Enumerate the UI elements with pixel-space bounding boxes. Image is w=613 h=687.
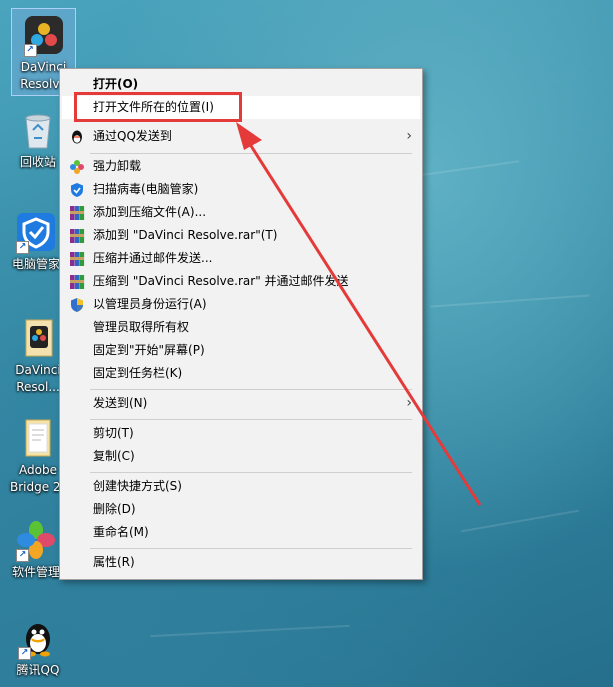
admin-shield-icon <box>69 297 85 313</box>
menu-item-label: 剪切(T) <box>93 426 134 440</box>
menu-item-pin-to-start[interactable]: 固定到"开始"屏幕(P) <box>62 339 420 362</box>
desktop-icon-label: 回收站 <box>19 155 56 169</box>
menu-item-send-to[interactable]: 发送到(N) › <box>62 392 420 415</box>
menu-item-cut[interactable]: 剪切(T) <box>62 422 420 445</box>
menu-item-create-shortcut[interactable]: 创建快捷方式(S) <box>62 475 420 498</box>
menu-item-label: 删除(D) <box>93 502 136 516</box>
menu-item-pin-to-taskbar[interactable]: 固定到任务栏(K) <box>62 362 420 385</box>
menu-item-copy[interactable]: 复制(C) <box>62 445 420 468</box>
menu-item-force-uninstall[interactable]: 强力卸载 <box>62 155 420 178</box>
adobe-bridge-folder-icon <box>18 418 58 458</box>
annotation-highlight-box <box>74 92 242 122</box>
recycle-bin-icon <box>18 110 58 150</box>
menu-separator <box>90 472 412 473</box>
uninstall-icon <box>69 159 85 175</box>
menu-item-run-as-admin[interactable]: 以管理员身份运行(A) <box>62 293 420 316</box>
menu-item-label: 固定到任务栏(K) <box>93 366 183 380</box>
menu-item-scan-virus[interactable]: 扫描病毒(电脑管家) <box>62 178 420 201</box>
software-manager-icon: ↗ <box>16 520 56 562</box>
winrar-icon <box>69 274 85 290</box>
desktop-icon-pc-manager[interactable]: ↗ 电脑管家 <box>8 212 64 273</box>
menu-item-rename[interactable]: 重命名(M) <box>62 521 420 544</box>
menu-item-label: 扫描病毒(电脑管家) <box>93 182 199 196</box>
menu-item-label: 添加到 "DaVinci Resolve.rar"(T) <box>93 228 278 242</box>
desktop-icon-label: Adobe <box>19 463 57 477</box>
menu-item-add-to-rar[interactable]: 添加到 "DaVinci Resolve.rar"(T) <box>62 224 420 247</box>
submenu-arrow-icon: › <box>406 395 412 411</box>
menu-item-add-to-archive[interactable]: 添加到压缩文件(A)... <box>62 201 420 224</box>
menu-item-label: 属性(R) <box>93 555 135 569</box>
menu-item-label: 创建快捷方式(S) <box>93 479 182 493</box>
menu-item-compress-to-rar-and-email[interactable]: 压缩到 "DaVinci Resolve.rar" 并通过邮件发送 <box>62 270 420 293</box>
desktop-icon-label: Resol... <box>16 380 60 394</box>
desktop-icon-software-manager[interactable]: ↗ 软件管理 <box>8 520 64 581</box>
shield-icon <box>69 182 85 198</box>
menu-item-label: 压缩并通过邮件发送... <box>93 251 213 265</box>
desktop-icon-label: DaVinci <box>15 363 61 377</box>
winrar-icon <box>69 228 85 244</box>
menu-item-label: 固定到"开始"屏幕(P) <box>93 343 205 357</box>
menu-item-label: 通过QQ发送到 <box>93 129 172 143</box>
menu-separator <box>90 419 412 420</box>
winrar-icon <box>69 205 85 221</box>
davinci-resolve-icon: ↗ <box>23 15 64 57</box>
menu-item-properties[interactable]: 属性(R) <box>62 551 420 574</box>
menu-separator <box>90 389 412 390</box>
pc-manager-icon: ↗ <box>16 212 56 254</box>
menu-item-label: 发送到(N) <box>93 396 148 410</box>
menu-item-label: 添加到压缩文件(A)... <box>93 205 207 219</box>
menu-item-label: 打开(O) <box>93 77 139 91</box>
menu-separator <box>90 153 412 154</box>
menu-item-label: 以管理员身份运行(A) <box>93 297 207 311</box>
qq-icon: ↗ <box>18 618 58 660</box>
menu-item-take-ownership[interactable]: 管理员取得所有权 <box>62 316 420 339</box>
desktop-icon-label: 电脑管家 <box>11 257 60 271</box>
menu-item-label: 复制(C) <box>93 449 135 463</box>
menu-item-label: 重命名(M) <box>93 525 149 539</box>
submenu-arrow-icon: › <box>406 128 412 144</box>
menu-item-label: 压缩到 "DaVinci Resolve.rar" 并通过邮件发送 <box>93 274 349 288</box>
menu-separator <box>90 548 412 549</box>
davinci-folder-icon <box>18 318 58 358</box>
desktop-icon-label: 软件管理 <box>11 565 60 579</box>
desktop-icon-davinci-folder[interactable]: DaVinci Resol... <box>10 318 66 396</box>
menu-item-send-via-qq[interactable]: 通过QQ发送到 › <box>62 125 420 148</box>
qq-icon <box>69 129 85 145</box>
desktop-icon-qq[interactable]: ↗ 腾讯QQ <box>10 618 66 679</box>
menu-item-label: 管理员取得所有权 <box>93 320 190 334</box>
menu-item-compress-and-email[interactable]: 压缩并通过邮件发送... <box>62 247 420 270</box>
desktop-icon-recycle-bin[interactable]: 回收站 <box>10 110 66 171</box>
menu-item-delete[interactable]: 删除(D) <box>62 498 420 521</box>
desktop-icon-label: Bridge 20 <box>10 480 69 494</box>
desktop-icon-adobe-bridge[interactable]: Adobe Bridge 20 <box>10 418 69 496</box>
desktop-icon-label: 腾讯QQ <box>16 663 60 677</box>
menu-item-label: 强力卸载 <box>93 159 142 173</box>
context-menu: 打开(O) 打开文件所在的位置(I) 通过QQ发送到 › 强力卸载 扫描病毒(电… <box>59 68 423 580</box>
winrar-icon <box>69 251 85 267</box>
